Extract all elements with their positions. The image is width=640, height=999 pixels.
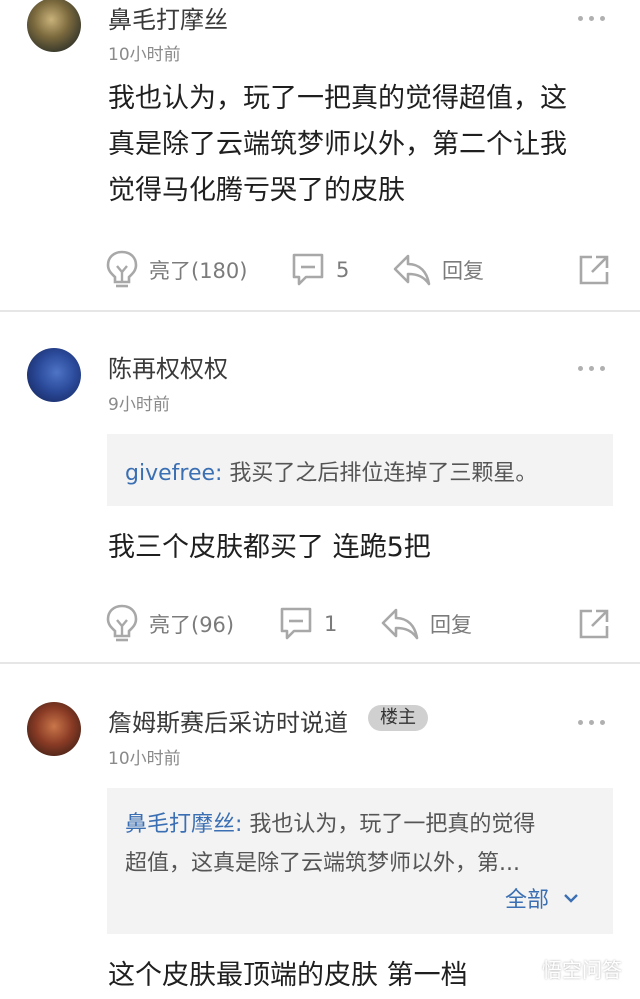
share-button[interactable]	[578, 602, 610, 646]
more-icon[interactable]	[578, 364, 606, 372]
reply-arrow-icon	[393, 254, 431, 286]
quote-text: 鼻毛打摩丝: 我也认为，玩了一把真的觉得	[125, 806, 535, 838]
reply-count: 5	[336, 258, 350, 282]
comment-actions: 亮了(96) 1 回复	[0, 602, 640, 646]
chevron-down-icon	[564, 894, 578, 903]
comment-body-line: 我三个皮肤都买了 连跪5把	[108, 532, 431, 563]
expand-button[interactable]: 全部	[505, 882, 613, 914]
comment-item: 陈再权权权 9小时前 givefree: 我买了之后排位连掉了三颗星。 我三个皮…	[0, 312, 640, 664]
comment-feed: 鼻毛打摩丝 10小时前 我也认为，玩了一把真的觉得超值，这 真是除了云端筑梦师以…	[0, 0, 640, 992]
lightbulb-icon	[106, 250, 138, 288]
reply-label: 回复	[442, 259, 484, 283]
avatar[interactable]	[27, 348, 81, 402]
reply-label: 回复	[430, 613, 472, 637]
username[interactable]: 陈再权权权	[108, 349, 228, 384]
username[interactable]: 詹姆斯赛后采访时说道	[108, 703, 348, 738]
wukong-logo-icon	[513, 956, 537, 981]
like-button[interactable]: 亮了(180)	[105, 248, 247, 292]
reply-button[interactable]: 回复	[380, 602, 472, 646]
quoted-reply[interactable]: givefree: 我买了之后排位连掉了三颗星。	[107, 434, 613, 506]
avatar[interactable]	[27, 0, 81, 52]
quote-author[interactable]: givefree:	[125, 461, 222, 486]
avatar[interactable]	[27, 702, 81, 756]
owner-badge: 楼主	[368, 705, 428, 731]
share-button[interactable]	[578, 248, 610, 292]
quote-content: 我买了之后排位连掉了三颗星。	[222, 461, 538, 486]
reply-count: 1	[324, 612, 338, 636]
timestamp: 9小时前	[108, 395, 170, 415]
more-icon[interactable]	[578, 718, 606, 726]
expand-label: 全部	[505, 888, 550, 913]
more-icon[interactable]	[578, 14, 606, 22]
comment-item: 鼻毛打摩丝 10小时前 我也认为，玩了一把真的觉得超值，这 真是除了云端筑梦师以…	[0, 0, 640, 312]
watermark: 悟空问答	[512, 954, 622, 983]
share-icon	[579, 609, 609, 639]
comment-body: 我三个皮肤都买了 连跪5把	[108, 525, 608, 571]
share-icon	[579, 255, 609, 285]
reply-button[interactable]: 回复	[392, 248, 484, 292]
quote-author[interactable]: 鼻毛打摩丝:	[125, 812, 242, 837]
lightbulb-icon	[106, 604, 138, 642]
comment-count-button[interactable]: 5	[290, 248, 349, 292]
quote-content: 超值，这真是除了云端筑梦师以外，第...	[125, 851, 520, 876]
comment-body: 我也认为，玩了一把真的觉得超值，这 真是除了云端筑梦师以外，第二个让我 觉得马化…	[108, 76, 608, 214]
comment-actions: 亮了(180) 5 回复	[0, 248, 640, 292]
chat-bubble-icon	[292, 253, 324, 286]
like-label: 亮了(96)	[149, 613, 235, 637]
comment-item: 詹姆斯赛后采访时说道 楼主 10小时前 鼻毛打摩丝: 我也认为，玩了一把真的觉得…	[0, 664, 640, 992]
chat-bubble-icon	[280, 607, 312, 640]
timestamp: 10小时前	[108, 45, 181, 65]
comment-count-button[interactable]: 1	[278, 602, 337, 646]
like-button[interactable]: 亮了(96)	[105, 602, 234, 646]
comment-body-line: 觉得马化腾亏哭了的皮肤	[108, 175, 405, 206]
username[interactable]: 鼻毛打摩丝	[108, 0, 228, 35]
reply-arrow-icon	[381, 608, 419, 640]
quote-content: 我也认为，玩了一把真的觉得	[242, 812, 536, 837]
like-label: 亮了(180)	[149, 259, 248, 283]
comment-body-line: 真是除了云端筑梦师以外，第二个让我	[108, 129, 567, 160]
watermark-text: 悟空问答	[542, 958, 622, 982]
comment-body-line: 我也认为，玩了一把真的觉得超值，这	[108, 83, 567, 114]
quote-text: givefree: 我买了之后排位连掉了三颗星。	[125, 455, 537, 487]
timestamp: 10小时前	[108, 749, 181, 769]
quoted-reply[interactable]: 鼻毛打摩丝: 我也认为，玩了一把真的觉得 超值，这真是除了云端筑梦师以外，第..…	[107, 788, 613, 934]
